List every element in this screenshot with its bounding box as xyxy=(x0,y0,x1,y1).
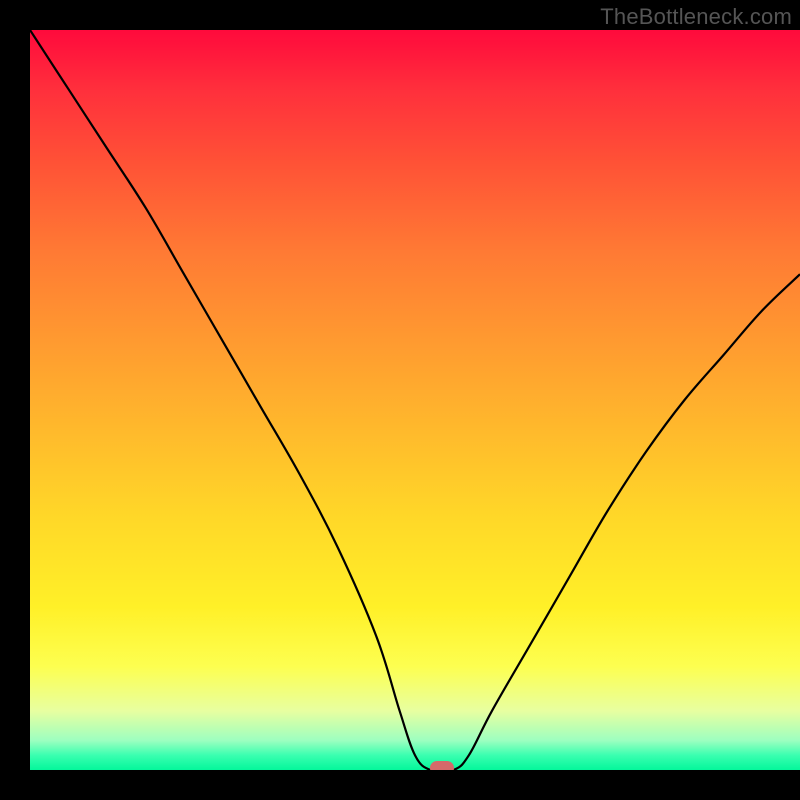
chart-min-marker xyxy=(430,761,454,770)
chart-curve-svg xyxy=(30,30,800,770)
chart-plot-area xyxy=(30,30,800,770)
watermark-text: TheBottleneck.com xyxy=(600,4,792,30)
chart-curve-path xyxy=(30,30,800,770)
